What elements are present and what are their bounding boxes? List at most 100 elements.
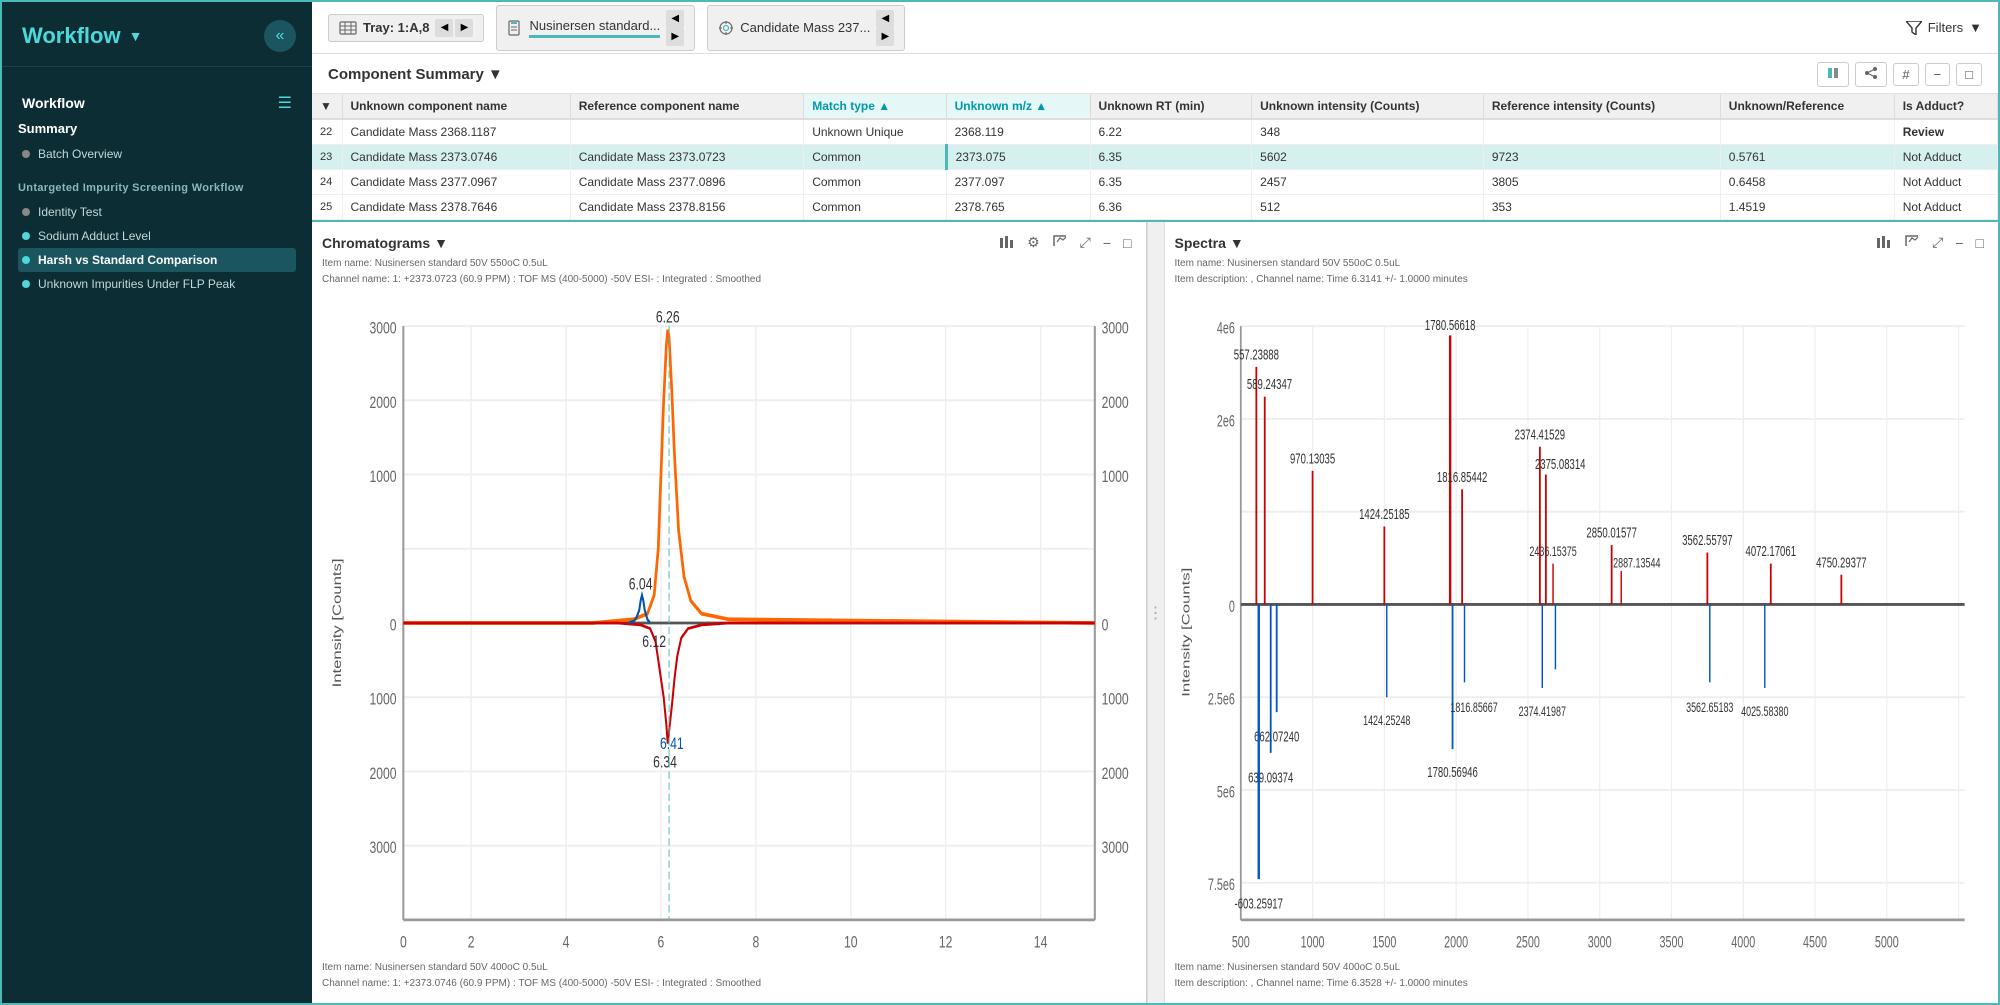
sidebar-item-sodium-adduct[interactable]: Sodium Adduct Level bbox=[18, 224, 296, 248]
col-header-ref-intensity[interactable]: Reference intensity (Counts) bbox=[1483, 94, 1720, 119]
col-header-ref-name[interactable]: Reference component name bbox=[570, 94, 804, 119]
rt-cell: 6.36 bbox=[1090, 195, 1252, 220]
svg-text:8: 8 bbox=[752, 934, 759, 952]
col-header-unknown-name[interactable]: Unknown component name bbox=[342, 94, 570, 119]
ratio-cell: 1.4519 bbox=[1720, 195, 1894, 220]
col-header-ratio[interactable]: Unknown/Reference bbox=[1720, 94, 1894, 119]
chrom-maximize-btn[interactable]: □ bbox=[1119, 233, 1135, 253]
match-type-cell: Common bbox=[804, 170, 946, 195]
spectra-axes-btn[interactable] bbox=[1900, 232, 1924, 253]
col-header-mz[interactable]: Unknown m/z ▲ bbox=[946, 94, 1090, 119]
col-header-intensity[interactable]: Unknown intensity (Counts) bbox=[1252, 94, 1484, 119]
table-row[interactable]: 23Candidate Mass 2373.0746Candidate Mass… bbox=[312, 145, 1998, 170]
svg-text:2850.01577: 2850.01577 bbox=[1586, 525, 1637, 542]
nusinersen-tab[interactable]: Nusinersen standard... ◀ ▶ bbox=[496, 5, 695, 51]
spectra-minimize-btn[interactable]: − bbox=[1951, 233, 1967, 253]
chromatogram-title[interactable]: Chromatograms ▼ bbox=[322, 235, 448, 251]
rt-cell: 6.35 bbox=[1090, 145, 1252, 170]
svg-text:2436.15375: 2436.15375 bbox=[1529, 544, 1577, 559]
svg-text:3562.55797: 3562.55797 bbox=[1682, 532, 1733, 549]
sidebar-item-unknown-impurities[interactable]: Unknown Impurities Under FLP Peak bbox=[18, 272, 296, 296]
svg-text:Observed mass [m/z]: Observed mass [m/z] bbox=[1551, 956, 1653, 957]
main-content: Tray: 1:A,8 ◀ ▶ Nusinersen standard... bbox=[312, 2, 1998, 1003]
unknown-name-cell: Candidate Mass 2378.7646 bbox=[342, 195, 570, 220]
candidate-prev-btn[interactable]: ◀ bbox=[876, 10, 894, 28]
sidebar-item-label: Harsh vs Standard Comparison bbox=[38, 253, 217, 267]
chrom-minimize-btn[interactable]: − bbox=[1099, 233, 1115, 253]
svg-text:2: 2 bbox=[468, 934, 475, 952]
col-header-rt[interactable]: Unknown RT (min) bbox=[1090, 94, 1252, 119]
spectra-info1: Item name: Nusinersen standard 50V 550oC… bbox=[1175, 257, 1989, 271]
col-header-adduct[interactable]: Is Adduct? bbox=[1894, 94, 1997, 119]
svg-text:12: 12 bbox=[939, 934, 953, 952]
chromatogram-header: Chromatograms ▼ ⚙ bbox=[322, 232, 1136, 253]
workflow-dropdown-icon[interactable]: ▼ bbox=[129, 28, 143, 44]
component-table: ▼ Unknown component name Reference compo… bbox=[312, 94, 1998, 220]
chrom-bars-btn[interactable] bbox=[995, 232, 1019, 253]
chrom-settings-btn[interactable]: ⚙ bbox=[1023, 232, 1044, 253]
table-row[interactable]: 24Candidate Mass 2377.0967Candidate Mass… bbox=[312, 170, 1998, 195]
bars-icon bbox=[1876, 234, 1892, 248]
spectra-expand-btn[interactable]: ⤢ bbox=[1928, 232, 1947, 253]
top-bar: Tray: 1:A,8 ◀ ▶ Nusinersen standard... bbox=[312, 2, 1998, 54]
tray-tab[interactable]: Tray: 1:A,8 ◀ ▶ bbox=[328, 14, 484, 42]
toolbar-minimize-btn[interactable]: − bbox=[1925, 63, 1951, 86]
chromatogram-chart: 3000 2000 1000 0 1000 2000 3000 3000 200… bbox=[322, 289, 1136, 957]
chrom-expand-btn[interactable]: ⤢ bbox=[1076, 232, 1095, 253]
toolbar-maximize-btn[interactable]: □ bbox=[1956, 63, 1982, 86]
svg-text:6.34: 6.34 bbox=[653, 754, 677, 772]
summary-header: Component Summary ▼ bbox=[312, 54, 1998, 94]
chrom-axes-btn[interactable] bbox=[1048, 232, 1072, 253]
tray-next-btn[interactable]: ▶ bbox=[455, 19, 473, 37]
spectra-maximize-btn[interactable]: □ bbox=[1972, 233, 1988, 253]
sidebar-back-button[interactable]: « bbox=[264, 20, 296, 52]
workflow-settings-btn[interactable]: ☰ bbox=[278, 93, 292, 113]
candidate-next-btn[interactable]: ▶ bbox=[876, 28, 894, 46]
col-header-match-type[interactable]: Match type ▲ bbox=[804, 94, 946, 119]
spectra-title-text: Spectra bbox=[1175, 235, 1226, 251]
table-body: 22Candidate Mass 2368.1187Unknown Unique… bbox=[312, 119, 1998, 220]
spectra-title[interactable]: Spectra ▼ bbox=[1175, 235, 1244, 251]
tray-prev-btn[interactable]: ◀ bbox=[435, 19, 453, 37]
toolbar-hash-btn[interactable]: # bbox=[1893, 63, 1918, 86]
svg-text:2e6: 2e6 bbox=[1216, 411, 1234, 430]
sidebar-content: Workflow ☰ Summary Batch Overview Untarg… bbox=[2, 67, 312, 1003]
panel-resize-handle[interactable]: ⋮ bbox=[1147, 222, 1165, 1003]
svg-text:1500: 1500 bbox=[1372, 932, 1396, 951]
mz-cell: 2373.075 bbox=[946, 145, 1090, 170]
table-row[interactable]: 25Candidate Mass 2378.7646Candidate Mass… bbox=[312, 195, 1998, 220]
nusinersen-prev-btn[interactable]: ◀ bbox=[666, 10, 684, 28]
ref-intensity-cell: 353 bbox=[1483, 195, 1720, 220]
chromatogram-panel: Chromatograms ▼ ⚙ bbox=[312, 222, 1147, 1003]
mz-cell: 2377.097 bbox=[946, 170, 1090, 195]
mz-cell: 2368.119 bbox=[946, 119, 1090, 145]
toolbar-share-btn[interactable] bbox=[1855, 62, 1887, 87]
sidebar-item-identity-test[interactable]: Identity Test bbox=[18, 200, 296, 224]
summary-area: Component Summary ▼ bbox=[312, 54, 1998, 222]
svg-text:2374.41987: 2374.41987 bbox=[1518, 704, 1565, 719]
rt-cell: 6.35 bbox=[1090, 170, 1252, 195]
bullet-icon bbox=[22, 256, 30, 264]
adduct-cell: Not Adduct bbox=[1894, 195, 1997, 220]
spectra-bars-btn[interactable] bbox=[1872, 232, 1896, 253]
svg-text:4000: 4000 bbox=[1731, 932, 1755, 951]
col-header-sort[interactable]: ▼ bbox=[312, 94, 342, 119]
axes-icon bbox=[1052, 234, 1068, 248]
sidebar-item-label: Sodium Adduct Level bbox=[38, 229, 151, 243]
summary-title[interactable]: Component Summary ▼ bbox=[328, 66, 503, 83]
svg-text:0: 0 bbox=[400, 934, 407, 952]
sidebar-item-harsh-comparison[interactable]: Harsh vs Standard Comparison bbox=[18, 248, 296, 272]
svg-text:2374.41529: 2374.41529 bbox=[1514, 426, 1565, 443]
rt-cell: 6.22 bbox=[1090, 119, 1252, 145]
sidebar-item-batch-overview[interactable]: Batch Overview bbox=[18, 142, 296, 166]
bullet-icon bbox=[22, 150, 30, 158]
filter-button[interactable]: Filters ▼ bbox=[1906, 20, 1982, 35]
toolbar-color-btn[interactable] bbox=[1817, 62, 1849, 87]
sidebar-workflow-name: Workflow bbox=[22, 95, 85, 111]
candidate-tab[interactable]: Candidate Mass 237... ◀ ▶ bbox=[707, 5, 905, 51]
table-row[interactable]: 22Candidate Mass 2368.1187Unknown Unique… bbox=[312, 119, 1998, 145]
chromatogram-info2: Channel name: 1: +2373.0723 (60.9 PPM) :… bbox=[322, 273, 1136, 287]
svg-text:5e6: 5e6 bbox=[1216, 782, 1234, 801]
nusinersen-nav: ◀ ▶ bbox=[666, 10, 684, 46]
nusinersen-next-btn[interactable]: ▶ bbox=[666, 28, 684, 46]
